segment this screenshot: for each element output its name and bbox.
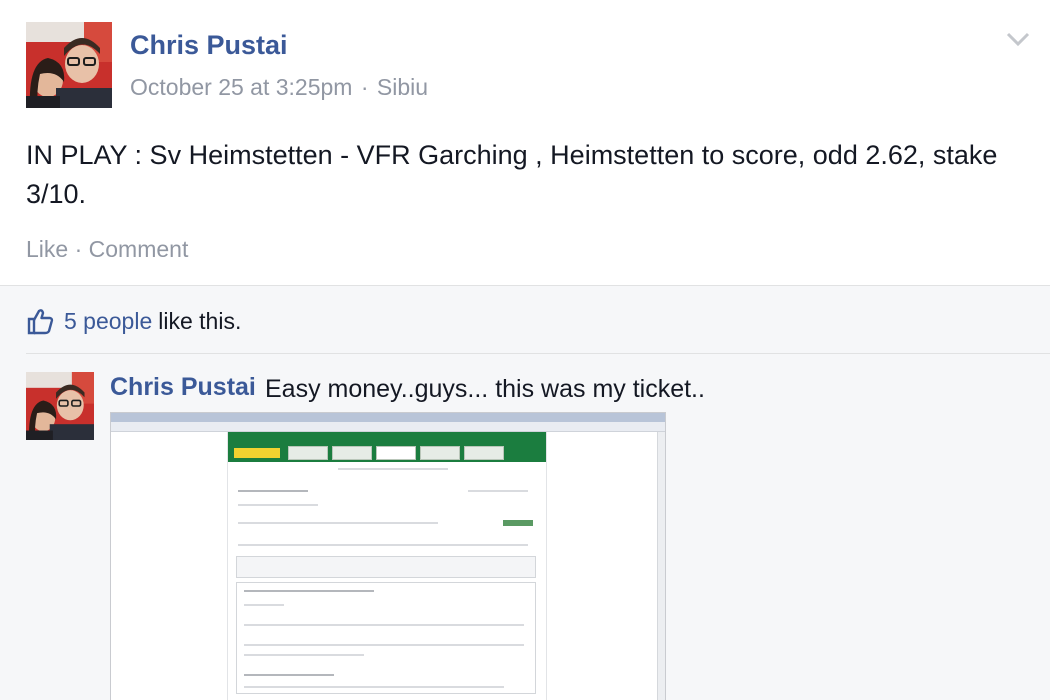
heading-line	[238, 490, 308, 492]
text-line	[244, 604, 284, 606]
site-tab	[332, 446, 372, 460]
comment-button[interactable]: Comment	[89, 236, 189, 262]
meta-separator: ·	[360, 74, 369, 100]
text-line	[238, 544, 528, 546]
divider	[26, 353, 1050, 354]
feedback-section: 5 people like this. Chris Pustai Easy mo…	[0, 285, 1050, 700]
bet-detail	[236, 582, 536, 694]
browser-scrollbar	[657, 432, 665, 700]
browser-addressbar	[111, 422, 665, 432]
likes-summary: 5 people like this.	[26, 307, 241, 335]
bet-row	[236, 556, 536, 578]
like-button[interactable]: Like	[26, 236, 68, 262]
post-card: Chris Pustai October 25 at 3:25pm · Sibi…	[0, 0, 1050, 285]
text-line	[244, 624, 524, 626]
chevron-down-icon[interactable]	[1004, 28, 1032, 50]
betting-page-thumbnail	[227, 432, 547, 700]
post-timestamp[interactable]: October 25 at 3:25pm	[130, 74, 352, 100]
post-actions: Like · Comment	[26, 236, 188, 263]
site-tab	[464, 446, 504, 460]
text-line	[244, 590, 374, 592]
text-line	[244, 674, 334, 676]
site-tab	[288, 446, 328, 460]
actions-separator: ·	[74, 236, 83, 262]
text-line	[468, 490, 528, 492]
post-meta: October 25 at 3:25pm · Sibiu	[130, 74, 428, 101]
post-location[interactable]: Sibiu	[377, 74, 428, 100]
likes-suffix: like this.	[158, 307, 242, 334]
site-tab	[376, 446, 416, 460]
post-body-text: IN PLAY : Sv Heimstetten - VFR Garching …	[26, 140, 998, 209]
comment-author-name[interactable]: Chris Pustai	[110, 373, 256, 402]
likes-count-link[interactable]: 5 people	[64, 308, 152, 335]
text-line	[244, 644, 524, 646]
text-line	[238, 504, 318, 506]
avatar-photo	[26, 372, 94, 440]
comment-text: Easy money..guys... this was my ticket..	[265, 375, 705, 403]
site-logo	[234, 448, 280, 458]
text-line	[244, 686, 504, 688]
browser-titlebar	[111, 413, 665, 422]
post-author-name[interactable]: Chris Pustai	[130, 30, 288, 61]
text-line	[244, 654, 364, 656]
avatar-photo	[26, 22, 112, 108]
site-tab	[420, 446, 460, 460]
submit-button	[503, 520, 533, 526]
commenter-avatar[interactable]	[26, 372, 94, 440]
thumbs-up-icon	[27, 309, 54, 335]
comment-attachment-screenshot[interactable]	[110, 412, 666, 700]
subnav-line	[338, 468, 448, 470]
text-line	[238, 522, 438, 524]
author-avatar[interactable]	[26, 22, 112, 108]
